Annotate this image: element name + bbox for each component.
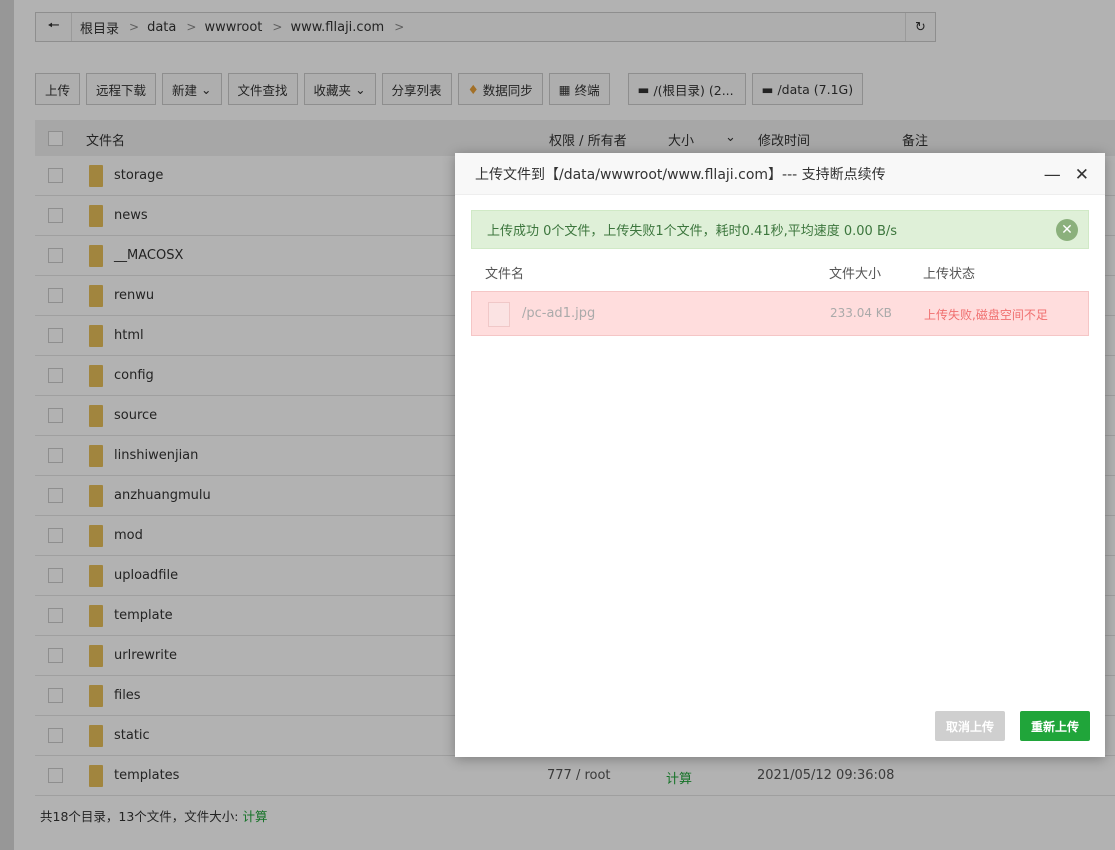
- close-icon[interactable]: ✕: [1075, 165, 1089, 185]
- retry-upload-button[interactable]: 重新上传: [1020, 711, 1090, 741]
- close-alert-icon[interactable]: ✕: [1056, 219, 1078, 241]
- upload-file-name: /pc-ad1.jpg: [522, 306, 596, 321]
- minimize-icon[interactable]: —: [1044, 165, 1061, 185]
- dialog-title: 上传文件到【/data/wwwroot/www.fllaji.com】--- 支…: [475, 166, 886, 183]
- upload-file-size: 233.04 KB: [830, 306, 892, 320]
- file-icon: [488, 302, 510, 327]
- cancel-upload-button[interactable]: 取消上传: [935, 711, 1005, 741]
- upload-row: /pc-ad1.jpg 233.04 KB 上传失败,磁盘空间不足: [471, 291, 1089, 336]
- upload-result-alert: 上传成功 0个文件，上传失败1个文件，耗时0.41秒,平均速度 0.00 B/s…: [471, 210, 1089, 249]
- upload-status: 上传失败,磁盘空间不足: [924, 308, 1048, 322]
- col-filename: 文件名: [485, 267, 525, 282]
- col-filesize: 文件大小: [829, 267, 882, 282]
- upload-dialog: 上传文件到【/data/wwwroot/www.fllaji.com】--- 支…: [455, 153, 1105, 757]
- col-status: 上传状态: [923, 267, 976, 282]
- alert-text: 上传成功 0个文件，上传失败1个文件，耗时0.41秒,平均速度 0.00 B/s: [487, 224, 898, 239]
